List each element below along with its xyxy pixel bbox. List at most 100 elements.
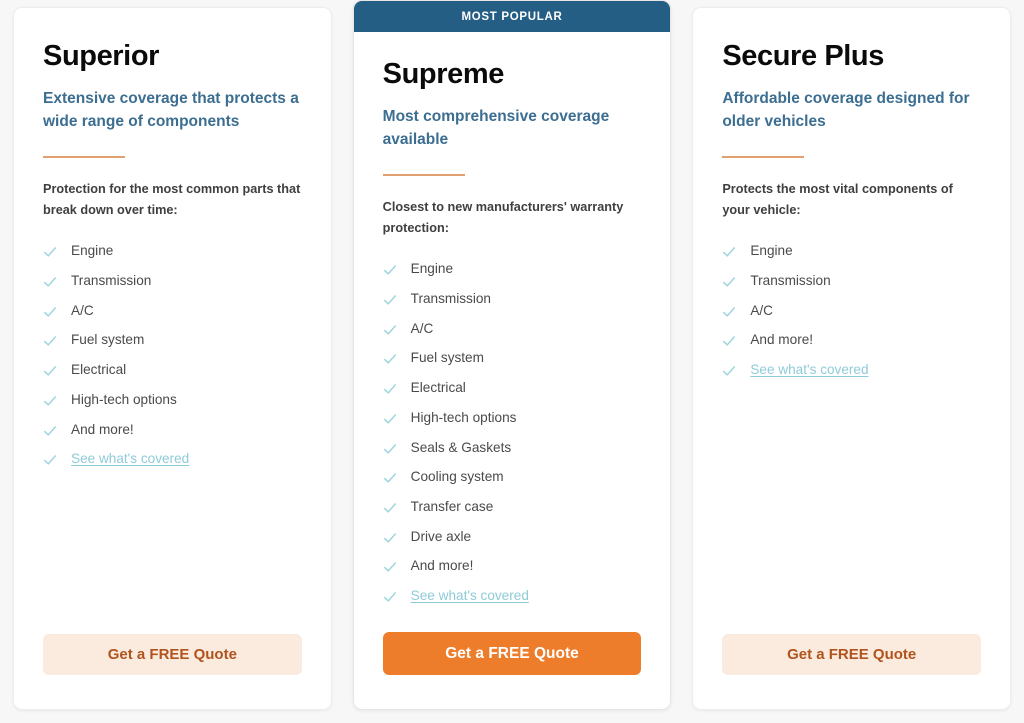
- check-icon: [43, 245, 57, 259]
- feature-label: A/C: [750, 302, 774, 318]
- get-free-quote-button[interactable]: Get a FREE Quote: [722, 634, 982, 675]
- check-icon: [43, 334, 57, 348]
- feature-label: Engine: [410, 261, 453, 277]
- check-icon: [383, 501, 397, 515]
- feature-label: High-tech options: [71, 391, 177, 407]
- feature-item: Fuel system: [43, 331, 302, 361]
- feature-item: A/C: [722, 302, 981, 332]
- feature-item: Transmission: [383, 290, 642, 320]
- feature-item: Electrical: [383, 379, 642, 409]
- check-icon: [383, 412, 397, 426]
- plan-card-secure-plus: Secure Plus Affordable coverage designed …: [692, 7, 1012, 710]
- plan-card-supreme: MOST POPULAR Supreme Most comprehensive co…: [352, 0, 672, 710]
- feature-item: A/C: [383, 320, 642, 350]
- feature-item: Drive axle: [383, 528, 642, 558]
- feature-item[interactable]: See what's covered: [43, 450, 302, 480]
- plan-card-body: Superior Extensive coverage that protects…: [14, 8, 331, 709]
- feature-label: High-tech options: [410, 409, 517, 425]
- feature-label: A/C: [410, 320, 434, 336]
- feature-item: And more!: [722, 331, 981, 361]
- check-icon: [722, 245, 736, 259]
- feature-label: Electrical: [71, 362, 127, 378]
- check-icon: [383, 263, 397, 277]
- feature-label: Seals & Gaskets: [410, 439, 512, 455]
- most-popular-badge: MOST POPULAR: [353, 1, 671, 32]
- feature-item[interactable]: See what's covered: [722, 361, 981, 391]
- check-icon: [383, 531, 397, 545]
- plan-title: Superior: [43, 40, 160, 72]
- feature-item: A/C: [43, 302, 302, 332]
- feature-label: And more!: [71, 421, 134, 437]
- see-whats-covered-link[interactable]: See what's covered: [750, 361, 868, 379]
- check-icon: [43, 394, 57, 408]
- plan-intro-text: Closest to new manufacturers' warranty p…: [382, 200, 624, 235]
- feature-label: And more!: [750, 332, 814, 348]
- feature-label: Electrical: [410, 380, 466, 396]
- feature-item: Transmission: [722, 272, 981, 302]
- plan-card-body: Supreme Most comprehensive coverage avail…: [354, 32, 671, 709]
- check-icon: [722, 305, 736, 319]
- feature-label: Drive axle: [410, 528, 472, 544]
- feature-item: And more!: [383, 557, 642, 587]
- plan-subtitle: Most comprehensive coverage available: [382, 108, 610, 149]
- feature-item: And more!: [43, 421, 302, 451]
- feature-item: High-tech options: [43, 391, 302, 421]
- check-icon: [43, 424, 57, 438]
- feature-label: Transmission: [410, 291, 491, 307]
- feature-label: Transmission: [750, 273, 831, 289]
- check-icon: [43, 275, 57, 289]
- get-free-quote-button[interactable]: Get a FREE Quote: [382, 632, 642, 675]
- check-icon: [43, 453, 57, 467]
- plan-comparison: Superior Extensive coverage that protects…: [0, 0, 1024, 723]
- feature-label: Engine: [750, 243, 793, 259]
- check-icon: [43, 364, 57, 378]
- accent-divider: [722, 156, 805, 159]
- feature-item: Electrical: [43, 361, 302, 391]
- see-whats-covered-link[interactable]: See what's covered: [411, 587, 529, 605]
- check-icon: [722, 364, 736, 378]
- see-whats-covered-link[interactable]: See what's covered: [71, 450, 189, 468]
- feature-list: Engine Transmission A/C And more! See what's…: [722, 242, 981, 390]
- feature-item: Fuel system: [383, 349, 642, 379]
- feature-item: Engine: [722, 242, 981, 272]
- feature-item[interactable]: See what's covered: [383, 587, 642, 617]
- check-icon: [43, 305, 57, 319]
- accent-divider: [382, 174, 465, 177]
- feature-list: Engine Transmission A/C Fuel system Electric…: [43, 242, 302, 480]
- check-icon: [722, 334, 736, 348]
- accent-divider: [43, 156, 125, 159]
- check-icon: [383, 590, 397, 604]
- feature-label: Fuel system: [71, 332, 145, 348]
- check-icon: [383, 382, 397, 396]
- check-icon: [383, 442, 397, 456]
- plan-title: Secure Plus: [722, 40, 884, 72]
- feature-label: A/C: [71, 302, 94, 318]
- feature-item: Seals & Gaskets: [383, 439, 642, 469]
- feature-item: Engine: [43, 242, 302, 272]
- feature-label: Transfer case: [410, 498, 494, 514]
- feature-item: Cooling system: [383, 468, 642, 498]
- plan-intro-text: Protection for the most common parts tha…: [43, 182, 301, 217]
- feature-item: High-tech options: [383, 409, 642, 439]
- feature-item: Engine: [383, 260, 642, 290]
- feature-list: Engine Transmission A/C Fuel system Electric…: [383, 260, 642, 616]
- feature-label: Cooling system: [410, 469, 504, 485]
- plan-card-body: Secure Plus Affordable coverage designed …: [693, 8, 1010, 709]
- check-icon: [383, 560, 397, 574]
- feature-label: Engine: [71, 243, 114, 259]
- feature-label: And more!: [410, 558, 474, 574]
- plan-intro-text: Protects the most vital components of yo…: [722, 182, 953, 217]
- plan-title: Supreme: [382, 58, 505, 90]
- plan-card-superior: Superior Extensive coverage that protects…: [13, 7, 332, 710]
- feature-label: Fuel system: [410, 350, 484, 366]
- plan-subtitle: Affordable coverage designed for older v…: [722, 90, 970, 131]
- feature-label: Transmission: [71, 273, 152, 289]
- check-icon: [383, 323, 397, 337]
- get-free-quote-button[interactable]: Get a FREE Quote: [43, 634, 302, 675]
- check-icon: [383, 352, 397, 366]
- check-icon: [722, 275, 736, 289]
- feature-item: Transmission: [43, 272, 302, 302]
